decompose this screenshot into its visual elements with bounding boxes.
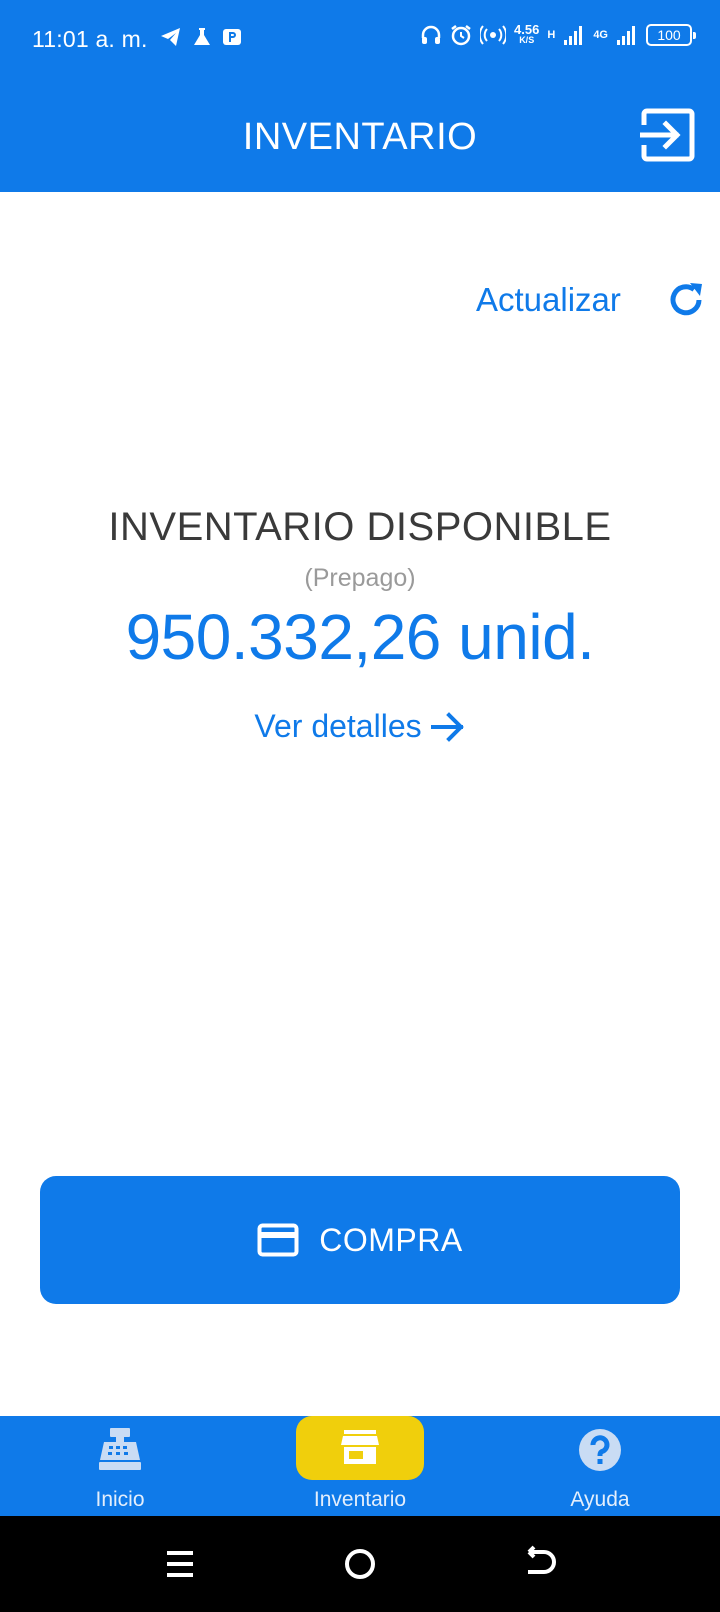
back-button[interactable]	[518, 1542, 562, 1586]
app-header: INVENTARIO	[0, 80, 720, 192]
nav-label-inicio: Inicio	[95, 1488, 145, 1511]
net-speed-value: 4.56	[514, 22, 540, 37]
system-nav	[0, 1516, 720, 1612]
recent-apps-button[interactable]	[158, 1542, 202, 1586]
hotspot-icon	[480, 25, 507, 45]
details-link[interactable]: Ver detalles	[0, 708, 720, 745]
back-icon	[527, 1545, 556, 1574]
arrow-right-icon	[430, 711, 464, 742]
status-time: 11:01 a. m.	[32, 26, 148, 52]
bottom-nav: Inicio Inventario Ayuda	[0, 1416, 720, 1516]
exit-icon	[639, 108, 695, 162]
signal-h-icon	[564, 26, 583, 45]
battery-level: 100	[657, 27, 681, 43]
net-speed: 4.56 K/S	[514, 22, 540, 45]
inventory-subtitle: (Prepago)	[304, 564, 416, 592]
nav-label-inventario: Inventario	[313, 1488, 407, 1511]
home-button[interactable]	[338, 1542, 382, 1586]
net-speed-unit: K/S	[519, 35, 535, 45]
refresh-button[interactable]: Actualizar	[476, 272, 702, 328]
page-title: INVENTARIO	[242, 116, 478, 158]
cash-register-icon	[99, 1428, 141, 1470]
headphones-icon	[421, 25, 441, 44]
nav-label-ayuda: Ayuda	[570, 1488, 630, 1511]
refresh-label: Actualizar	[476, 281, 621, 318]
compra-button[interactable]: COMPRA	[40, 1176, 680, 1304]
help-icon	[579, 1429, 621, 1471]
refresh-icon	[670, 283, 702, 316]
battery-icon: 100	[646, 24, 696, 46]
menu-icon	[167, 1551, 193, 1577]
exit-button[interactable]	[639, 107, 696, 163]
compra-label: COMPRA	[319, 1221, 463, 1258]
store-icon	[341, 1430, 379, 1464]
status-left-icons	[160, 27, 242, 47]
inventory-amount: 950.332,26 unid.	[125, 601, 595, 673]
signal-4g-icon	[617, 26, 635, 45]
credit-card-icon	[257, 1223, 299, 1257]
network-type-2: 4G	[593, 29, 608, 41]
status-bar: 11:01 a. m. 4.56 K/S H 4G 100	[0, 0, 720, 80]
inventory-title: INVENTARIO DISPONIBLE	[108, 505, 612, 549]
details-label: Ver detalles	[254, 708, 422, 744]
parking-app-icon	[223, 29, 241, 45]
alarm-icon	[451, 25, 471, 46]
status-right-icons: 4.56 K/S H 4G 100	[420, 22, 696, 46]
network-type-1: H	[547, 29, 556, 41]
flask-icon	[194, 28, 210, 45]
home-icon	[345, 1549, 375, 1579]
telegram-icon	[161, 28, 180, 46]
nav-item-inicio[interactable]: Inicio	[0, 1416, 240, 1516]
nav-item-inventario[interactable]: Inventario	[240, 1416, 480, 1516]
nav-item-ayuda[interactable]: Ayuda	[480, 1416, 720, 1516]
